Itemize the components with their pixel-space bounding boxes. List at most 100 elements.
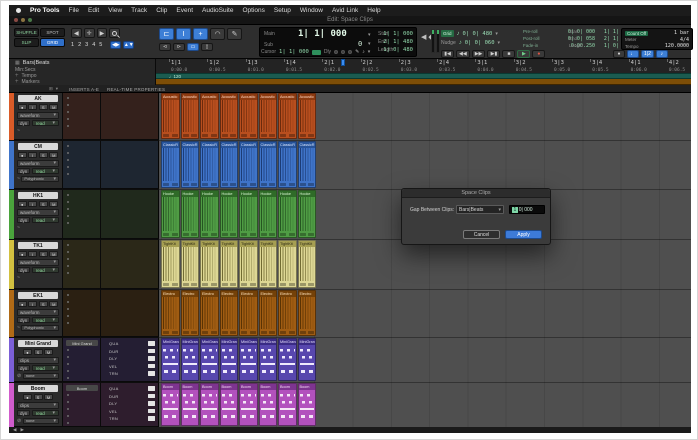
clip-gain-chip[interactable] — [222, 283, 228, 287]
clip-gain-chip[interactable] — [269, 233, 275, 237]
clip-gain-chip[interactable] — [241, 183, 247, 187]
tempo-ruler-button[interactable]: ♪ — [656, 50, 668, 58]
insert-slot-dot[interactable] — [67, 370, 69, 372]
clip-gain-chip[interactable] — [163, 331, 169, 335]
rtp-label-qua[interactable]: QUA — [109, 386, 119, 391]
clip-gain-chip[interactable] — [163, 134, 169, 138]
clip-gain-chip[interactable] — [163, 283, 169, 287]
record-button[interactable]: ● — [532, 50, 545, 58]
clip-gain-chip[interactable] — [250, 331, 256, 335]
midi-merge-button[interactable]: ● — [613, 50, 625, 58]
insert-slot-dot[interactable] — [67, 194, 69, 196]
clip-gain-chip[interactable] — [308, 283, 314, 287]
zoomer-tool-icon[interactable] — [109, 28, 120, 38]
zoom-preset-1[interactable]: 1 — [71, 42, 74, 48]
automation-mode-selector[interactable]: read▾ — [32, 365, 59, 371]
input-monitor-button[interactable]: I — [28, 301, 37, 307]
bar-label[interactable]: 1|3 — [248, 60, 258, 66]
metronome-button[interactable]: ♩ — [627, 50, 639, 58]
clip-gain-chip[interactable] — [261, 134, 267, 138]
mute-button[interactable]: M — [49, 301, 58, 307]
insert-slot-dot[interactable] — [67, 308, 69, 310]
pre-roll-label[interactable]: Pre-roll — [523, 29, 538, 34]
pencil-small-icon[interactable]: ✎ — [355, 49, 359, 55]
clip-tk1-2[interactable]: TightKit — [181, 240, 200, 288]
dyn-button[interactable]: dyn — [17, 217, 30, 223]
patch-selector[interactable]: none▾ — [23, 418, 59, 424]
clip-gain-chip[interactable] — [163, 233, 169, 237]
insert-slot-dot[interactable] — [67, 258, 69, 260]
clip-cm-4[interactable]: ClassicR — [220, 141, 239, 188]
clip-gain-chip[interactable] — [230, 233, 236, 237]
zoom-preset-4[interactable]: 4 — [92, 42, 95, 48]
clip-gain-chip[interactable] — [261, 183, 267, 187]
clip-ek1-4[interactable]: Electro — [220, 290, 239, 336]
stop-button[interactable]: ■ — [502, 50, 515, 58]
clip-gain-chip[interactable] — [191, 283, 197, 287]
mute-button[interactable]: M — [49, 104, 58, 110]
clip-gain-chip[interactable] — [183, 233, 189, 237]
bar-label[interactable]: 2|2 — [363, 60, 373, 66]
record-enable-button[interactable]: ● — [18, 104, 27, 110]
cancel-button[interactable]: Cancel — [463, 230, 500, 239]
elastic-audio-icon[interactable]: ~ — [17, 176, 20, 182]
solo-button[interactable]: S — [39, 301, 48, 307]
clip-gain-chip[interactable] — [308, 331, 314, 335]
solo-button[interactable]: S — [39, 201, 48, 207]
scrub-tool-icon[interactable]: ◠ — [210, 28, 225, 40]
clip-gain-chip[interactable] — [261, 233, 267, 237]
clip-ek1-2[interactable]: Electro — [181, 290, 200, 336]
clip-ak-1[interactable]: Acoustic — [161, 93, 180, 139]
clip-gain-chip[interactable] — [211, 283, 217, 287]
clip-ak-5[interactable]: Acoustic — [239, 93, 258, 139]
clip-tk1-8[interactable]: TightKit — [298, 240, 317, 288]
nudge-note-icon[interactable]: ♪ — [459, 40, 462, 46]
rtp-value-chip[interactable] — [148, 394, 155, 399]
clip-gain-chip[interactable] — [230, 134, 236, 138]
clip-gain-chip[interactable] — [308, 134, 314, 138]
main-counter-caret-icon[interactable]: ▾ — [368, 32, 371, 38]
track-name[interactable]: HK1 — [18, 192, 58, 199]
clip-hk1-4[interactable]: Hooke — [220, 190, 239, 238]
clip-gain-chip[interactable] — [211, 134, 217, 138]
insert-slot-dot[interactable] — [67, 145, 69, 147]
insert-slot-dot[interactable] — [67, 104, 69, 106]
clip-gain-chip[interactable] — [241, 331, 247, 335]
clip-tk1-6[interactable]: TightKit — [259, 240, 278, 288]
clip-hk1-8[interactable]: Hooke — [298, 190, 317, 238]
clip-gain-chip[interactable] — [250, 283, 256, 287]
elastic-audio-icon[interactable]: ~ — [17, 325, 20, 331]
insert-slot-dot[interactable] — [67, 315, 69, 317]
record-enable-button[interactable]: ● — [23, 349, 32, 355]
clip-hk1-7[interactable]: Hooke — [278, 190, 297, 238]
count-off-label[interactable]: Count Off — [625, 31, 648, 36]
solo-button[interactable]: S — [39, 104, 48, 110]
automation-mode-selector[interactable]: read▾ — [32, 410, 59, 416]
automation-mode-selector[interactable]: read▾ — [32, 168, 59, 174]
insert-slot-dot[interactable] — [67, 322, 69, 324]
clip-gain-chip[interactable] — [202, 134, 208, 138]
trim-tool-icon[interactable]: ⊏ — [159, 28, 174, 40]
clip-mini-grand-5[interactable]: MiniGrand — [239, 338, 258, 381]
bar-label[interactable]: 2|1 — [324, 60, 334, 66]
play-button[interactable]: ▶ — [517, 50, 530, 58]
track-view-selector[interactable]: waveform▾ — [17, 259, 59, 266]
mirror-midi-icon[interactable]: ⊳ — [173, 43, 185, 51]
playhead-marker[interactable] — [341, 59, 345, 66]
elastic-audio-icon[interactable]: ~ — [17, 128, 20, 134]
rtp-label-dly[interactable]: DLY — [109, 401, 117, 406]
clip-mini-grand-2[interactable]: MiniGrand — [181, 338, 200, 381]
clip-ek1-7[interactable]: Electro — [278, 290, 297, 336]
insert-slot-dot[interactable] — [67, 265, 69, 267]
rtp-value-chip[interactable] — [148, 356, 155, 361]
menu-item-file[interactable]: File — [69, 7, 79, 14]
main-counter-value[interactable]: 1| 1| 000 — [298, 29, 347, 39]
go-to-end-button[interactable]: ▶▮ — [487, 50, 500, 58]
zoom-preset-2[interactable]: 2 — [78, 42, 81, 48]
clip-cm-7[interactable]: ClassicR — [278, 141, 297, 188]
menu-item-clip[interactable]: Clip — [156, 7, 167, 14]
dyn-button[interactable]: dyn — [17, 267, 30, 273]
zoom-preset-5[interactable]: 5 — [99, 42, 102, 48]
clip-gain-chip[interactable] — [300, 283, 306, 287]
clip-gain-chip[interactable] — [222, 233, 228, 237]
